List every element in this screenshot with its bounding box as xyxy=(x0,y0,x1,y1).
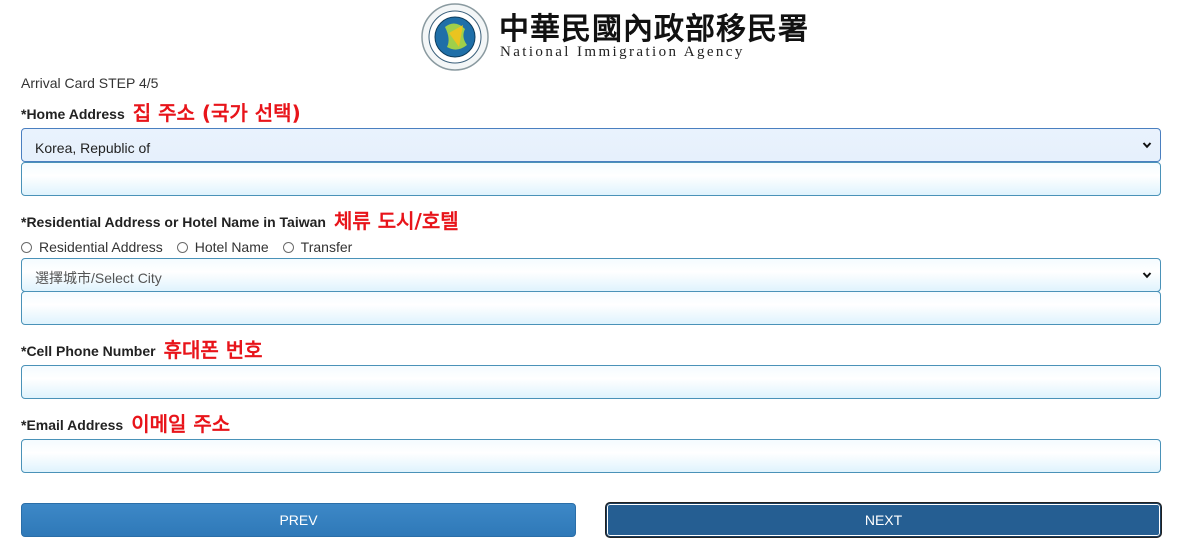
residential-label: *Residential Address or Hotel Name in Ta… xyxy=(21,213,326,230)
chevron-down-icon xyxy=(1142,142,1152,149)
email-annotation: 이메일 주소 xyxy=(131,412,231,436)
city-select-placeholder: 選擇城市/Select City xyxy=(35,270,162,286)
phone-annotation: 휴대폰 번호 xyxy=(163,338,263,362)
page-header: 中華民國內政部移民署 National Immigration Agency xyxy=(0,0,1178,76)
city-select[interactable]: 選擇城市/Select City xyxy=(21,258,1161,292)
radio-circle-icon[interactable] xyxy=(21,241,32,253)
step-indicator: Arrival Card STEP 4/5 xyxy=(21,75,159,91)
residential-address-input[interactable] xyxy=(21,291,1161,325)
radio-circle-icon[interactable] xyxy=(282,241,294,253)
phone-input[interactable] xyxy=(21,365,1161,399)
radio-residential-address[interactable]: Residential Address xyxy=(21,239,163,255)
radio-hotel-name-label: Hotel Name xyxy=(194,239,269,255)
radio-transfer-label: Transfer xyxy=(300,239,353,255)
agency-name-chinese: 中華民國內政部移民署 xyxy=(499,12,809,47)
phone-label: *Cell Phone Number xyxy=(21,342,156,359)
email-label: *Email Address xyxy=(21,416,124,433)
residential-label-row: *Residential Address or Hotel Name in Ta… xyxy=(21,207,459,236)
home-address-label-row: *Home Address 집 주소 (국가 선택) xyxy=(21,99,301,128)
residence-type-radio-group: Residential Address Hotel Name Transfer xyxy=(21,239,366,255)
agency-emblem-icon xyxy=(421,3,489,71)
radio-hotel-name[interactable]: Hotel Name xyxy=(176,239,269,255)
home-country-select[interactable]: Korea, Republic of xyxy=(21,128,1161,162)
home-address-annotation: 집 주소 (국가 선택) xyxy=(132,101,301,125)
radio-residential-address-label: Residential Address xyxy=(39,239,163,255)
prev-button[interactable]: PREV xyxy=(21,503,576,537)
email-input[interactable] xyxy=(21,439,1161,473)
home-address-input[interactable] xyxy=(21,162,1161,196)
radio-transfer[interactable]: Transfer xyxy=(282,239,353,255)
chevron-down-icon xyxy=(1142,272,1152,279)
home-address-label: *Home Address xyxy=(21,105,125,122)
residential-annotation: 체류 도시/호텔 xyxy=(333,209,459,233)
radio-circle-icon[interactable] xyxy=(176,241,188,253)
phone-label-row: *Cell Phone Number 휴대폰 번호 xyxy=(21,336,263,365)
email-label-row: *Email Address 이메일 주소 xyxy=(21,410,230,439)
home-country-value: Korea, Republic of xyxy=(35,140,151,156)
agency-name-english: National Immigration Agency xyxy=(500,44,745,60)
next-button[interactable]: NEXT xyxy=(606,503,1161,537)
